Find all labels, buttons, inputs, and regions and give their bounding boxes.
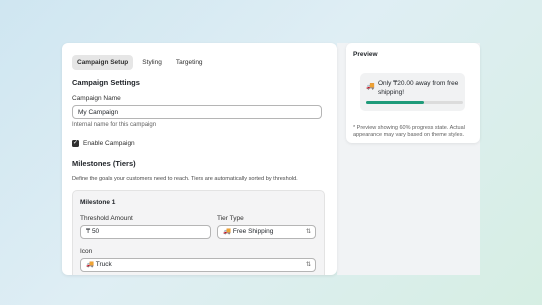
milestones-heading: Milestones (Tiers) (72, 159, 136, 168)
enable-campaign-label: Enable Campaign (83, 140, 135, 147)
campaign-settings-heading: Campaign Settings (72, 78, 140, 87)
icon-select-value: 🚚 Truck (86, 261, 112, 268)
enable-campaign-checkbox[interactable]: ✓ (72, 140, 79, 147)
threshold-input[interactable]: ₸ 50 (80, 225, 211, 239)
tab-targeting[interactable]: Targeting (171, 55, 208, 70)
milestone-title: Milestone 1 (80, 199, 116, 206)
campaign-name-input[interactable]: My Campaign (72, 105, 322, 119)
tier-type-label: Tier Type (217, 215, 244, 222)
progress-track (366, 101, 463, 104)
chevron-updown-icon: ⇅ (305, 229, 311, 235)
milestones-description: Define the goals your customers need to … (72, 176, 298, 182)
tier-type-value: 🚚 Free Shipping (223, 228, 274, 235)
chevron-updown-icon: ⇅ (305, 262, 311, 268)
preview-card: Preview 🚚 Only ₸20.00 away from free shi… (346, 43, 480, 143)
tab-campaign-setup[interactable]: Campaign Setup (72, 55, 134, 70)
icon-label: Icon (80, 248, 93, 255)
progress-fill (366, 101, 425, 104)
tab-bar: Campaign Setup Styling Targeting (72, 55, 208, 70)
tab-styling[interactable]: Styling (137, 55, 167, 70)
campaign-settings-card: Campaign Setup Styling Targeting Campaig… (62, 43, 337, 275)
milestone-card: Milestone 1 Threshold Amount ₸ 50 Tier T… (72, 190, 325, 275)
truck-icon: 🚚 (366, 83, 375, 90)
icon-select[interactable]: 🚚 Truck ⇅ (80, 258, 316, 272)
preview-message: Only ₸20.00 away from free shipping! (378, 80, 459, 96)
preview-note: * Preview showing 60% progress state. Ac… (353, 125, 465, 138)
tier-type-select[interactable]: 🚚 Free Shipping ⇅ (217, 225, 316, 239)
threshold-label: Threshold Amount (80, 215, 133, 222)
shipping-bar-preview: 🚚 Only ₸20.00 away from free shipping! (360, 73, 465, 111)
preview-title: Preview (353, 51, 378, 58)
campaign-name-help: Internal name for this campaign (72, 122, 157, 128)
campaign-name-label: Campaign Name (72, 95, 121, 102)
